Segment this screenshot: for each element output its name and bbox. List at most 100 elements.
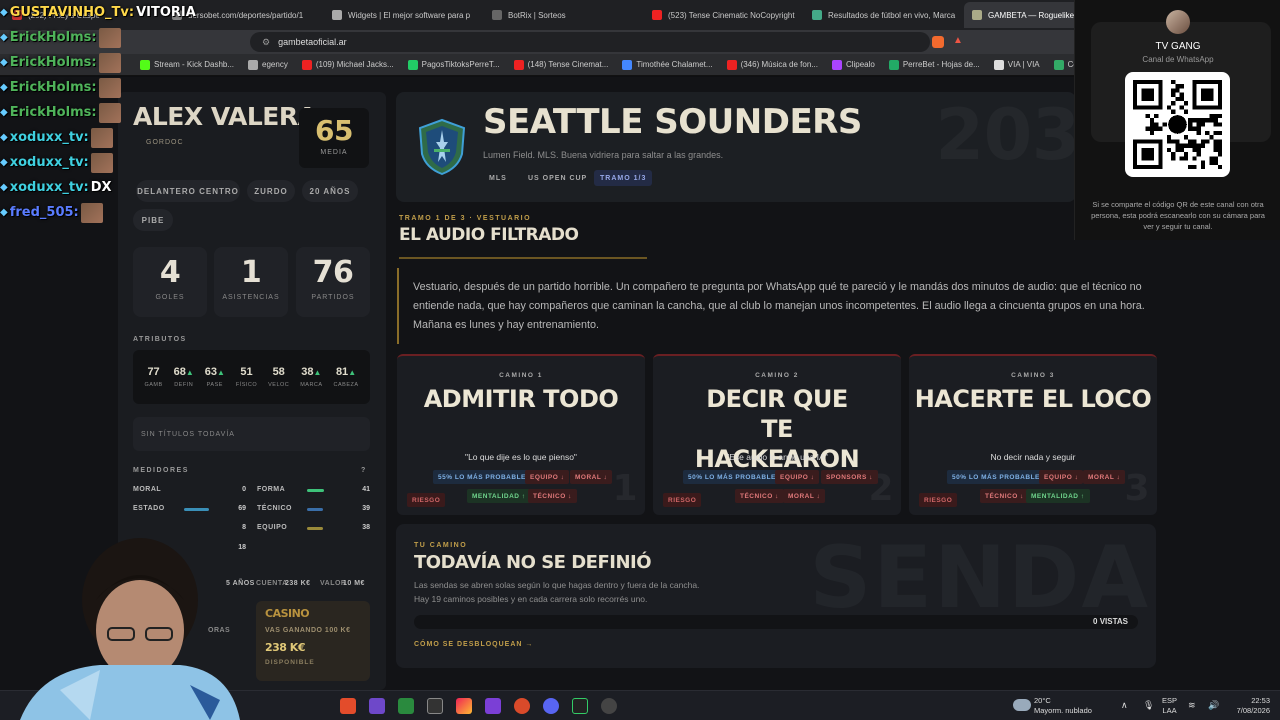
language-indicator[interactable]: ESP LAA xyxy=(1162,696,1177,716)
bookmark-item[interactable]: PerreBet - Hojas de... xyxy=(888,59,980,70)
chat-emote xyxy=(98,27,121,48)
effect-chip: 50% LO MÁS PROBABLE xyxy=(683,470,781,484)
spark-icon[interactable] xyxy=(514,698,530,714)
brave-icon[interactable] xyxy=(340,698,356,714)
casino-amount: 238 K€ xyxy=(265,641,305,654)
meter-equipo-label: EQUIPO xyxy=(257,524,288,531)
chat-username: ErickHolms: xyxy=(9,55,97,70)
tag-foot: ZURDO xyxy=(247,180,295,202)
browser-tab[interactable]: (523) Tense Cinematic NoCopyright xyxy=(644,2,802,28)
browser-tab[interactable]: Widgets | El mejor software para p xyxy=(324,2,482,28)
path-label: TU CAMINO xyxy=(414,542,468,549)
mic-icon[interactable]: 🎙 xyxy=(1143,700,1154,710)
bookmark-item[interactable]: Timothée Chalamet... xyxy=(622,59,713,70)
wifi-icon[interactable]: ≋ xyxy=(1188,700,1196,710)
chat-badge-icon: ◆ xyxy=(0,132,8,143)
meter-moral-value: 0 xyxy=(242,486,246,493)
casino-box[interactable]: CASINO VAS GANANDO 100 K€ 238 K€ DISPONI… xyxy=(256,601,370,681)
stat-matches: 76 PARTIDOS xyxy=(296,247,370,317)
bookmark-item[interactable]: Clipealo xyxy=(831,59,875,70)
chat-message: ◆ ErickHolms: xyxy=(0,100,132,125)
bookmark-item[interactable]: (148) Tense Cinemat... xyxy=(513,59,608,70)
site-info-icon[interactable]: ⚙ xyxy=(262,37,270,48)
path-unlock-link[interactable]: CÓMO SE DESBLOQUEAN → xyxy=(414,641,533,648)
effect-chip: TÉCNICO ↓ xyxy=(735,489,784,503)
stream-chat-overlay: ◆ GUSTAVINHO_Tv: VITORIA ◆ ErickHolms: ◆ Erick… xyxy=(0,0,196,230)
attribute-value: 77 xyxy=(144,366,162,378)
chat-username: ErickHolms: xyxy=(9,105,97,120)
brave-shield-icon[interactable] xyxy=(932,36,944,48)
meter-tecnico-value: 39 xyxy=(362,505,370,512)
chat-username: xoduxx_tv: xyxy=(9,155,89,170)
clock[interactable]: 22:53 7/08/2026 xyxy=(1226,696,1270,716)
attribute-label: DEFIN xyxy=(174,382,194,388)
choice-card-3[interactable]: CAMINO 3 HACERTE EL LOCO No decir nada y s… xyxy=(909,354,1157,515)
choice-card-1[interactable]: CAMINO 1 ADMITIR TODO "Lo que dije es lo q… xyxy=(397,354,645,515)
path-description: Las sendas se abren solas según lo que h… xyxy=(414,580,700,604)
chat-message: ◆ xoduxx_tv: xyxy=(0,150,132,175)
bookmark-favicon-icon xyxy=(831,59,842,70)
path-title: TODAVÍA NO SE DEFINIÓ xyxy=(414,552,652,573)
attribute-number: 63 xyxy=(204,366,217,378)
meter-equipo-bar xyxy=(307,527,323,530)
app-grid-icon[interactable] xyxy=(369,698,385,714)
casino-note: DISPONIBLE xyxy=(265,659,315,666)
chat-badge-icon: ◆ xyxy=(0,207,8,218)
capcut-icon[interactable] xyxy=(427,698,443,714)
tray-chevron-icon[interactable]: ∧ xyxy=(1121,700,1128,710)
attribute-number: 77 xyxy=(147,366,160,378)
streamlabs-icon[interactable] xyxy=(485,698,501,714)
meter-forma-value: 41 xyxy=(362,486,370,493)
bookmark-favicon-icon xyxy=(622,59,633,70)
effect-chip: EQUIPO ↓ xyxy=(1039,470,1084,484)
effect-chip: 55% LO MÁS PROBABLE xyxy=(433,470,531,484)
volume-icon[interactable]: 🔊 xyxy=(1208,700,1219,710)
team-tag-stage: TRAMO 1/3 xyxy=(594,170,653,186)
browser-tab[interactable]: Resultados de fútbol en vivo, Marca xyxy=(804,2,962,28)
terminal-icon[interactable] xyxy=(572,698,588,714)
chat-message: ◆ fred_505: xyxy=(0,200,132,225)
instagram-icon[interactable] xyxy=(456,698,472,714)
arrow-up-icon: ▲ xyxy=(185,368,194,377)
play-icon[interactable] xyxy=(398,698,414,714)
bookmark-item[interactable]: PagosTiktoksPerreT... xyxy=(407,59,500,70)
risk-badge: RIESGO xyxy=(663,493,702,507)
chat-badge-icon: ◆ xyxy=(0,107,8,118)
bookmark-item[interactable]: (109) Michael Jacks... xyxy=(301,59,394,70)
bookmark-item[interactable]: Stream - Kick Dashb... xyxy=(140,59,234,70)
tab-label: GAMBETA — Roguelike d xyxy=(988,10,1081,20)
meters-help-icon[interactable]: ? xyxy=(361,467,367,474)
attribute-number: 58 xyxy=(272,366,285,378)
brave-rewards-icon[interactable]: ▲ xyxy=(953,35,963,46)
weather-widget[interactable]: 20°C Mayorm. nublado xyxy=(1034,696,1092,716)
lang-code: ESP xyxy=(1162,696,1178,705)
chat-message: ◆ xoduxx_tv: xyxy=(0,125,132,150)
attribute-label: VELOC xyxy=(268,382,290,388)
browser-tab[interactable]: BotRix | Sorteos xyxy=(484,2,642,28)
attribute-value: 63▲ xyxy=(205,366,225,378)
channel-avatar xyxy=(1166,10,1190,34)
team-crest-icon xyxy=(418,118,466,176)
qr-code-image xyxy=(1133,80,1222,169)
attribute-value: 58 xyxy=(268,366,289,378)
stat-goals: 4 GOLES xyxy=(133,247,207,317)
meter-moral-label: MORAL xyxy=(133,486,162,493)
bookmark-label: (109) Michael Jacks... xyxy=(315,60,394,69)
tag-position: DELANTERO CENTRO xyxy=(136,180,240,202)
choice-card-2[interactable]: CAMINO 2 DECIR QUE TE HACKEARON "Ese audio… xyxy=(653,354,901,515)
attribute-item: 77 GAMB xyxy=(144,366,162,388)
bookmark-item[interactable]: egency xyxy=(248,59,288,70)
attribute-item: 51 FÍSICO xyxy=(236,366,257,388)
bookmark-favicon-icon xyxy=(140,59,150,70)
effect-chip: MORAL ↓ xyxy=(570,470,613,484)
choice-quote: No decir nada y seguir xyxy=(990,452,1076,462)
bookmark-item[interactable]: (346) Música de fon... xyxy=(726,59,818,70)
chat-badge-icon: ◆ xyxy=(0,182,8,193)
effect-chip: MORAL ↓ xyxy=(1083,470,1126,484)
bookmark-item[interactable]: VIA | VIA xyxy=(993,59,1040,70)
obs-icon[interactable] xyxy=(601,698,617,714)
url-field[interactable]: ⚙ gambetaoficial.ar xyxy=(250,32,930,52)
weather-cloud-icon[interactable] xyxy=(1013,699,1031,711)
effect-chip: TÉCNICO ↓ xyxy=(528,489,577,503)
discord-icon[interactable] xyxy=(543,698,559,714)
